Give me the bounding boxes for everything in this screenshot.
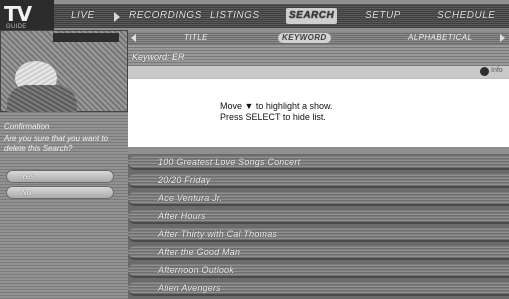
nav-item-live[interactable]: LIVE xyxy=(68,8,98,24)
list-item[interactable]: 100 Greatest Love Songs Concert xyxy=(128,156,509,170)
search-tabs: TITLE KEYWORD ALPHABETICAL xyxy=(128,32,509,44)
list-item[interactable]: Alien Avengers xyxy=(128,282,509,296)
instruction-line-1: Move ▼ to highlight a show. xyxy=(220,101,333,111)
tab-right-arrow-icon[interactable] xyxy=(500,34,505,42)
instruction-message-box: Move ▼ to highlight a show. Press SELECT… xyxy=(128,78,509,148)
yes-button[interactable]: Yes xyxy=(6,170,114,183)
thumbnail-figure-body xyxy=(7,85,77,113)
search-results-list: 100 Greatest Love Songs Concert 20/20 Fr… xyxy=(128,154,509,299)
confirmation-message: Are you sure that you want to delete thi… xyxy=(4,134,109,153)
screen: TV GUIDE LIVE RECORDINGS LISTINGS SEARCH… xyxy=(0,0,509,299)
no-button[interactable]: No xyxy=(6,186,114,199)
list-item[interactable]: 20/20 Friday xyxy=(128,174,509,188)
tab-left-arrow-icon[interactable] xyxy=(131,34,136,42)
list-item[interactable]: Ace Ventura Jr. xyxy=(128,192,509,206)
nav-item-listings[interactable]: LISTINGS xyxy=(207,8,263,24)
instruction-line-2: Press SELECT to hide list. xyxy=(220,112,326,122)
nav-item-schedule[interactable]: SCHEDULE xyxy=(434,8,498,24)
tab-title[interactable]: TITLE xyxy=(180,33,212,43)
keyword-label: Keyword: ER xyxy=(132,52,185,62)
list-item-title: Afternoon Outlook xyxy=(158,265,234,275)
nav-item-recordings[interactable]: RECORDINGS xyxy=(126,8,205,24)
confirmation-title: Confirmation xyxy=(4,122,50,131)
list-item[interactable]: After the Good Man xyxy=(128,246,509,260)
list-item[interactable]: After Thirty with Cal Thomas xyxy=(128,228,509,242)
live-video-thumbnail[interactable] xyxy=(0,30,128,113)
info-icon[interactable] xyxy=(480,67,489,76)
info-bar: Info xyxy=(128,66,509,78)
list-item-title: After the Good Man xyxy=(158,247,241,257)
list-item-title: After Hours xyxy=(158,211,206,221)
logo-text: TV xyxy=(4,2,32,26)
tab-alphabetical[interactable]: ALPHABETICAL xyxy=(404,33,476,43)
top-navigation-bar: LIVE RECORDINGS LISTINGS SEARCH SETUP SC… xyxy=(54,4,509,28)
list-item-title: After Thirty with Cal Thomas xyxy=(158,229,278,239)
info-label: Info xyxy=(491,67,503,74)
tab-keyword[interactable]: KEYWORD xyxy=(278,33,331,43)
confirmation-panel: Confirmation Are you sure that you want … xyxy=(0,112,128,299)
list-item[interactable]: Afternoon Outlook xyxy=(128,264,509,278)
list-item-title: Alien Avengers xyxy=(158,283,221,293)
list-item[interactable]: After Hours xyxy=(128,210,509,224)
list-item-title: 100 Greatest Love Songs Concert xyxy=(158,157,301,167)
nav-arrow-right-icon xyxy=(114,12,120,22)
thumbnail-channel-bar xyxy=(53,33,119,42)
list-item-title: Ace Ventura Jr. xyxy=(158,193,223,203)
nav-item-search[interactable]: SEARCH xyxy=(286,8,338,24)
keyword-row: Keyword: ER xyxy=(128,44,509,66)
list-item-title: 20/20 Friday xyxy=(158,175,211,185)
nav-item-setup[interactable]: SETUP xyxy=(362,8,404,24)
